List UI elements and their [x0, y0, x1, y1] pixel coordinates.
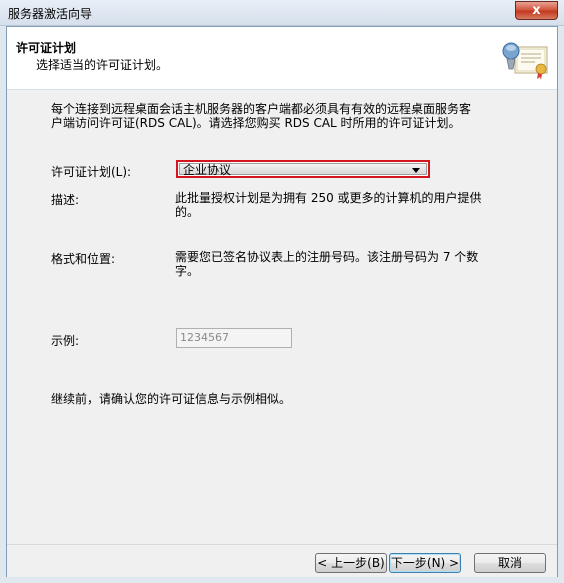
license-plan-dropdown[interactable]: 企业协议	[176, 160, 430, 178]
intro-text: 每个连接到远程桌面会话主机服务器的客户端都必须具有有效的远程桌面服务客户端访问许…	[51, 102, 472, 130]
certificate-icon	[502, 42, 548, 80]
next-button[interactable]: 下一步(N) >	[389, 553, 461, 573]
example-label: 示例:	[51, 334, 80, 348]
window-title: 服务器激活向导	[8, 7, 93, 21]
description-label: 描述:	[51, 193, 80, 207]
format-value: 需要您已签名协议表上的注册号码。该注册号码为 7 个数字。	[175, 250, 479, 278]
back-button[interactable]: < 上一步(B)	[315, 553, 387, 573]
wizard-content: 每个连接到远程桌面会话主机服务器的客户端都必须具有有效的远程桌面服务客户端访问许…	[7, 90, 557, 544]
dropdown-body: 企业协议	[179, 163, 427, 177]
confirm-text: 继续前，请确认您的许可证信息与示例相似。	[51, 392, 292, 406]
close-icon: x	[532, 3, 541, 18]
page-title: 许可证计划	[16, 41, 77, 55]
cancel-button[interactable]: 取消	[474, 553, 546, 573]
wizard-frame: 许可证计划 选择适当的许可证计划。 每个连接到远程桌面会话主机服务器的客户端都必…	[6, 26, 558, 577]
wizard-header: 许可证计划 选择适当的许可证计划。	[7, 27, 557, 90]
description-value: 此批量授权计划是为拥有 250 或更多的计算机的用户提供的。	[175, 191, 482, 219]
title-bar: 服务器激活向导 x	[0, 0, 564, 26]
dropdown-selected-value: 企业协议	[183, 163, 232, 177]
page-subtitle: 选择适当的许可证计划。	[36, 58, 169, 72]
example-field: 1234567	[176, 328, 292, 348]
format-label: 格式和位置:	[51, 252, 116, 266]
wizard-footer: < 上一步(B) 下一步(N) > 取消	[7, 544, 557, 577]
plan-label: 许可证计划(L):	[51, 165, 132, 179]
close-button[interactable]: x	[515, 1, 558, 20]
chevron-down-icon	[412, 168, 420, 173]
